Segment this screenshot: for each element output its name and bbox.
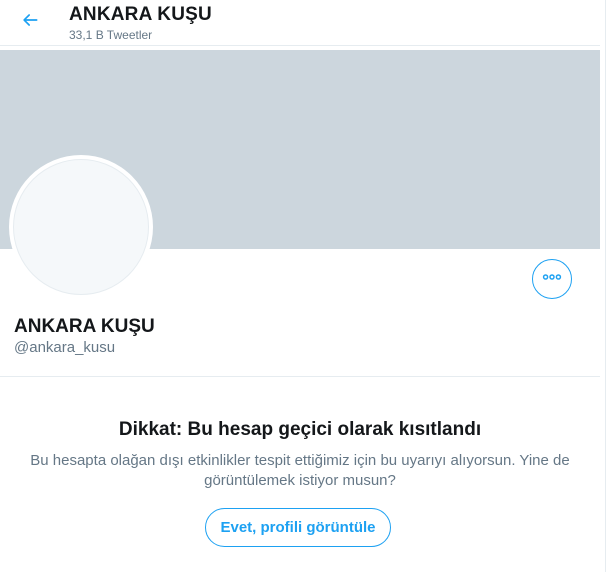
warning-title: Dikkat: Bu hesap geçici olarak kısıtland…	[118, 419, 482, 440]
header-title: ANKARA KUŞU	[69, 4, 212, 25]
avatar[interactable]	[9, 155, 153, 299]
divider	[0, 376, 600, 377]
top-header: ANKARA KUŞU 33,1 B Tweetler	[0, 0, 600, 46]
arrow-left-icon	[20, 10, 40, 35]
profile-handle: @ankara_kusu	[14, 339, 116, 356]
view-profile-button[interactable]: Evet, profili görüntüle	[205, 508, 391, 547]
warning-body: Bu hesapta olağan dışı etkinlikler tespi…	[30, 452, 570, 489]
profile-page: ANKARA KUŞU 33,1 B Tweetler ANKARA KUŞU …	[0, 0, 606, 572]
profile-name: ANKARA KUŞU	[14, 316, 155, 337]
tweet-count: 33,1 B Tweetler	[69, 28, 153, 42]
back-button[interactable]	[14, 6, 46, 38]
more-horizontal-icon	[541, 266, 563, 293]
avatar-placeholder	[13, 159, 149, 295]
more-options-button[interactable]	[532, 259, 572, 299]
